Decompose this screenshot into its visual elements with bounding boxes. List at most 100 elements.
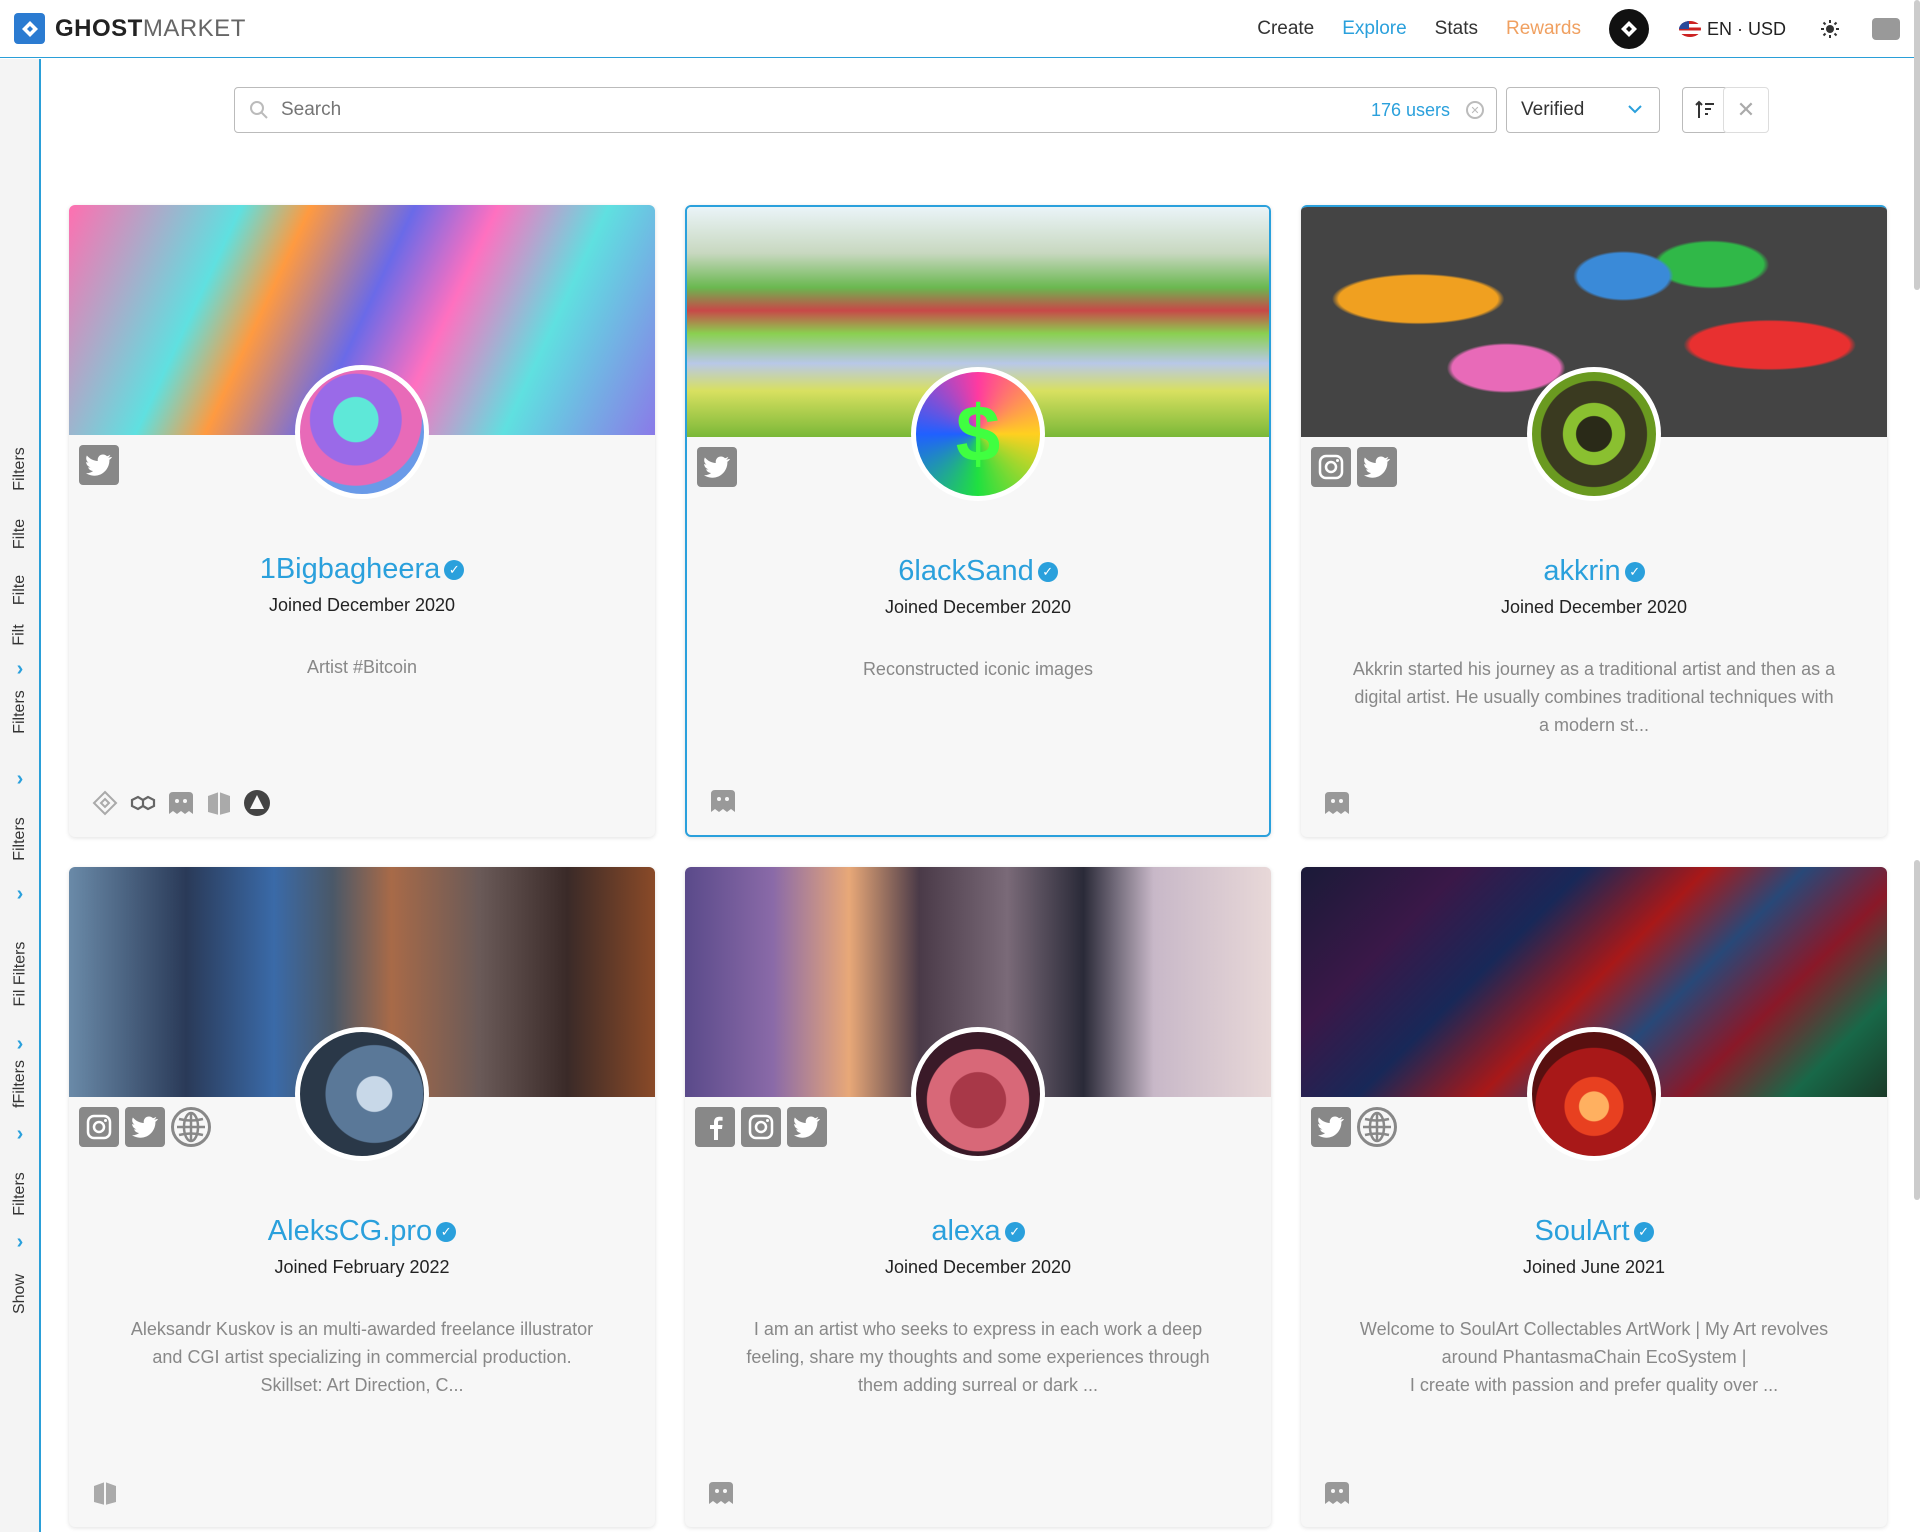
card-avatar (911, 1027, 1045, 1161)
search-bar: 176 users ✕ (234, 87, 1497, 133)
globe-icon[interactable] (171, 1107, 211, 1147)
chevron-right-icon[interactable]: › (0, 764, 40, 794)
card-chains (707, 1479, 735, 1507)
card-chains (1323, 1479, 1351, 1507)
nav-explore[interactable]: Explore (1342, 18, 1406, 40)
card-username[interactable]: 1Bigbagheera ✓ (69, 553, 655, 586)
nav-stats[interactable]: Stats (1435, 18, 1478, 40)
card-username[interactable]: akkrin ✓ (1301, 555, 1887, 588)
verified-badge-icon: ✓ (1004, 1222, 1025, 1243)
logo[interactable]: GHOSTMARKET (14, 13, 246, 44)
chevron-right-icon[interactable]: › (0, 658, 40, 680)
user-card[interactable]: 1Bigbagheera ✓ Joined December 2020 Artis… (69, 205, 655, 837)
nav-rewards[interactable]: Rewards (1506, 18, 1581, 40)
sort-button[interactable] (1682, 87, 1728, 133)
user-card[interactable]: SoulArt ✓ Joined June 2021 Welcome to Sou… (1301, 867, 1887, 1527)
twitter-icon[interactable] (79, 445, 119, 485)
ghost-icon (1323, 1479, 1351, 1507)
card-username[interactable]: alexa ✓ (685, 1215, 1271, 1248)
verified-badge-icon: ✓ (444, 560, 465, 581)
us-flag-icon (1678, 21, 1701, 37)
sidebar-filters-toggle[interactable]: Filters (0, 677, 40, 747)
card-username[interactable]: 6lackSand ✓ (687, 555, 1269, 588)
sidebar-filters-toggle[interactable]: Filte (0, 565, 40, 615)
card-socials (1311, 1107, 1397, 1147)
polygon-icon (129, 789, 157, 817)
globe-icon[interactable] (1357, 1107, 1397, 1147)
language-currency-selector[interactable]: EN · USD (1678, 18, 1786, 40)
sidebar-filters-toggle[interactable]: Fil Filters (0, 919, 40, 1029)
card-description: Welcome to SoulArt Collectables ArtWork … (1359, 1319, 1829, 1395)
user-card[interactable]: akkrin ✓ Joined December 2020 Akkrin star… (1301, 205, 1887, 837)
card-chains (91, 789, 271, 817)
sort-icon (1695, 100, 1714, 118)
nav-create[interactable]: Create (1257, 18, 1314, 40)
card-description: Artist #Bitcoin (306, 657, 418, 677)
user-card[interactable]: AleksCG.pro ✓ Joined February 2022 Aleksa… (69, 867, 655, 1527)
ethereum-icon (205, 789, 233, 817)
clear-filters-button[interactable]: ✕ (1723, 87, 1769, 133)
search-input[interactable] (281, 99, 1281, 121)
sidebar-filters-toggle[interactable]: fFilters (0, 1049, 40, 1119)
scrollbar-thumb[interactable] (1914, 860, 1920, 1200)
card-socials (697, 447, 737, 487)
currency-label: USD (1747, 18, 1786, 39)
scrollbar-thumb[interactable] (1914, 0, 1920, 290)
card-chains (91, 1479, 119, 1507)
theme-toggle-icon[interactable] (1818, 17, 1842, 41)
top-header: GHOSTMARKET Create Explore Stats Rewards… (0, 0, 1920, 58)
users-count: 176 users (1370, 99, 1450, 120)
sidebar-filters-toggle[interactable]: Filte (0, 509, 40, 559)
card-joined: Joined December 2020 (884, 1257, 1072, 1277)
ghost-icon (1323, 789, 1351, 817)
verified-badge-icon: ✓ (1037, 562, 1058, 583)
filters-sidebar: Filters Filte Filte Filt › Filters › Fil… (0, 59, 41, 1532)
ghostmarket-logo-icon (14, 13, 45, 44)
user-avatar[interactable] (1608, 9, 1649, 49)
verified-filter-dropdown[interactable]: Verified (1506, 87, 1660, 133)
ghost-icon (167, 789, 195, 817)
instagram-icon[interactable] (79, 1107, 119, 1147)
dropdown-selected-value: Verified (1521, 99, 1585, 120)
twitter-icon[interactable] (697, 447, 737, 487)
sidebar-filters-toggle[interactable]: Filt (0, 615, 40, 655)
user-card[interactable]: $ 6lackSand ✓ Joined December 2020 Recons… (685, 205, 1271, 837)
card-socials (695, 1107, 827, 1147)
twitter-icon[interactable] (787, 1107, 827, 1147)
chevron-right-icon[interactable]: › (0, 1227, 40, 1257)
facebook-icon[interactable] (695, 1107, 735, 1147)
language-label: EN (1706, 18, 1732, 39)
sidebar-show-toggle[interactable]: Show (0, 1269, 40, 1319)
instagram-icon[interactable] (1311, 447, 1351, 487)
sidebar-filters-toggle[interactable]: Filters (0, 804, 40, 874)
bnb-icon (91, 789, 119, 817)
chevron-right-icon[interactable]: › (0, 1119, 40, 1149)
chevron-right-icon[interactable]: › (0, 879, 40, 909)
twitter-icon[interactable] (1311, 1107, 1351, 1147)
card-avatar (295, 1027, 429, 1161)
card-joined: Joined December 2020 (884, 597, 1072, 617)
verified-badge-icon: ✓ (1633, 1222, 1654, 1243)
card-avatar: $ (911, 367, 1045, 501)
instagram-icon[interactable] (741, 1107, 781, 1147)
twitter-icon[interactable] (125, 1107, 165, 1147)
card-description: Akkrin started his journey as a traditio… (1352, 659, 1836, 735)
ghost-icon (709, 787, 737, 815)
card-description: I am an artist who seeks to express in e… (746, 1319, 1210, 1395)
wallet-icon[interactable] (1872, 18, 1900, 40)
user-card[interactable]: alexa ✓ Joined December 2020 I am an arti… (685, 867, 1271, 1527)
card-username[interactable]: AleksCG.pro ✓ (69, 1215, 655, 1248)
card-joined: Joined June 2021 (1522, 1257, 1666, 1277)
card-username[interactable]: SoulArt ✓ (1301, 1215, 1887, 1248)
card-socials (1311, 447, 1397, 487)
card-avatar (1527, 367, 1661, 501)
card-socials (79, 1107, 211, 1147)
main-nav: Create Explore Stats Rewards EN · USD (1257, 0, 1920, 58)
sidebar-filters-toggle[interactable]: Filters (0, 1159, 40, 1229)
clear-search-icon[interactable]: ✕ (1466, 101, 1484, 119)
card-joined: Joined February 2022 (274, 1257, 450, 1277)
twitter-icon[interactable] (1357, 447, 1397, 487)
card-description: Aleksandr Kuskov is an multi-awarded fre… (130, 1319, 594, 1395)
sidebar-filters-toggle[interactable]: Filters (0, 439, 40, 499)
avalanche-icon (243, 789, 271, 817)
